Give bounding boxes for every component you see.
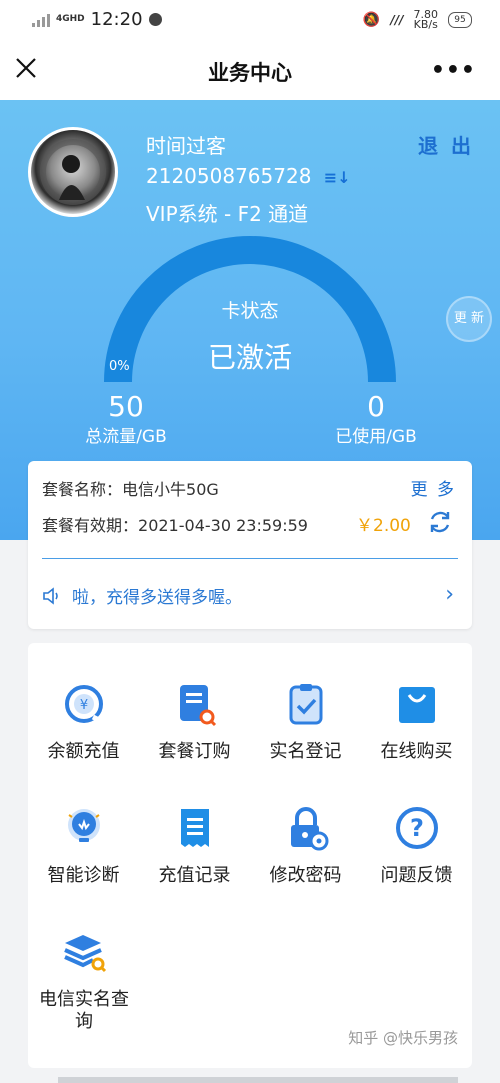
service-plan-order[interactable]: 套餐订购 [139,681,250,763]
service-diagnosis[interactable]: 智能诊断 [28,805,139,887]
service-label: 在线购买 [380,741,453,762]
bottom-divider [58,1077,458,1083]
lock-gear-icon [290,807,328,851]
service-label: 余额充值 [47,741,120,762]
plan-card: 套餐名称：电信小牛50G 更 多 套餐有效期：2021-04-30 23:59:… [28,461,472,629]
network-type: 4GHD [56,14,85,24]
phone-number: 2120508765728 [146,164,312,188]
user-name: 时间过客 [146,134,226,158]
used-data: 0 已使用/GB [326,390,426,448]
service-feedback[interactable]: ? 问题反馈 [361,805,472,887]
hd-icon: /// [390,13,404,27]
message-icon [148,13,162,26]
status-bar: 4GHD 12:20 🔕 /// 7.80 KB/s 95 [0,0,500,38]
watermark: 知乎 @快乐男孩 [348,1029,458,1047]
service-label: 问题反馈 [380,865,453,886]
promo-text: 啦，充得多送得多喔。 [72,588,242,608]
total-data-value: 50 [108,390,144,423]
yuan-refresh-icon: ¥ [64,685,103,724]
plan-expiry-row: 套餐有效期：2021-04-30 23:59:59 [42,512,308,536]
title-bar: 业务中心 ••• [0,38,500,100]
refresh-button[interactable]: 更 新 [446,296,492,342]
svg-text:¥: ¥ [79,698,87,713]
service-recharge-history[interactable]: 充值记录 [139,805,250,887]
battery-icon: 95 [448,12,472,28]
promo-notice[interactable]: 啦，充得多送得多喔。 [42,583,242,608]
plan-more-link[interactable]: 更 多 [411,475,456,500]
service-label: 智能诊断 [47,865,120,886]
clock: 12:20 [90,9,143,30]
shopping-bag-icon [398,687,435,723]
lightbulb-icon [67,809,100,842]
sync-icon[interactable] [426,508,454,536]
plan-name-label: 套餐名称： [42,480,123,499]
service-label: 套餐订购 [158,741,231,762]
plan-divider [42,558,458,559]
phone-number-row: 2120508765728 ≡↓ [146,164,351,188]
used-data-label: 已使用/GB [335,427,417,447]
switch-number-icon[interactable]: ≡↓ [324,168,351,187]
plan-expiry-value: 2021-04-30 23:59:59 [138,516,308,535]
chevron-right-icon[interactable]: › [445,582,454,607]
signal-icon [32,13,50,27]
battery-level: 95 [454,15,466,25]
balance-amount: ￥2.00 [356,516,411,536]
service-realname-query[interactable]: 电信实名查询 [28,929,139,1033]
service-realname-register[interactable]: 实名登记 [250,681,361,763]
services-grid: ¥ 余额充值 套餐订购 实名登记 在线购买 智能诊断 充值记录 修改密码 ? 问… [28,643,472,1068]
service-recharge[interactable]: ¥ 余额充值 [28,681,139,763]
logout-button[interactable]: 退 出 [418,130,474,159]
mute-icon: 🔕 [362,12,381,28]
total-data-label: 总流量/GB [85,427,167,447]
clipboard-search-icon [179,685,216,727]
network-speed: 7.80 KB/s [413,9,439,31]
service-change-password[interactable]: 修改密码 [250,805,361,887]
plan-name-row: 套餐名称：电信小牛50G [42,476,219,500]
total-data: 50 总流量/GB [76,390,176,448]
used-data-value: 0 [367,390,385,423]
usage-percent: 0% [109,359,130,374]
avatar-figure-icon [40,139,106,205]
service-label: 修改密码 [269,865,342,886]
more-menu-button[interactable]: ••• [431,58,476,83]
receipt-icon [180,809,209,847]
card-status-label: 卡状态 [221,300,279,322]
plan-expiry-label: 套餐有效期： [42,516,139,535]
service-label: 电信实名查询 [39,989,129,1032]
speaker-icon [43,586,58,605]
service-online-purchase[interactable]: 在线购买 [361,681,472,763]
plan-name-value: 电信小牛50G [122,480,219,499]
page-title: 业务中心 [208,61,292,85]
service-label: 充值记录 [158,865,231,886]
speed-unit: KB/s [413,18,438,31]
svg-text:?: ? [410,814,424,842]
layers-search-icon [63,935,106,973]
clipboard-check-icon [289,684,322,725]
question-icon: ? [395,807,438,849]
service-label: 实名登记 [269,741,342,762]
card-status-value: 已激活 [207,341,292,374]
avatar [28,127,118,217]
